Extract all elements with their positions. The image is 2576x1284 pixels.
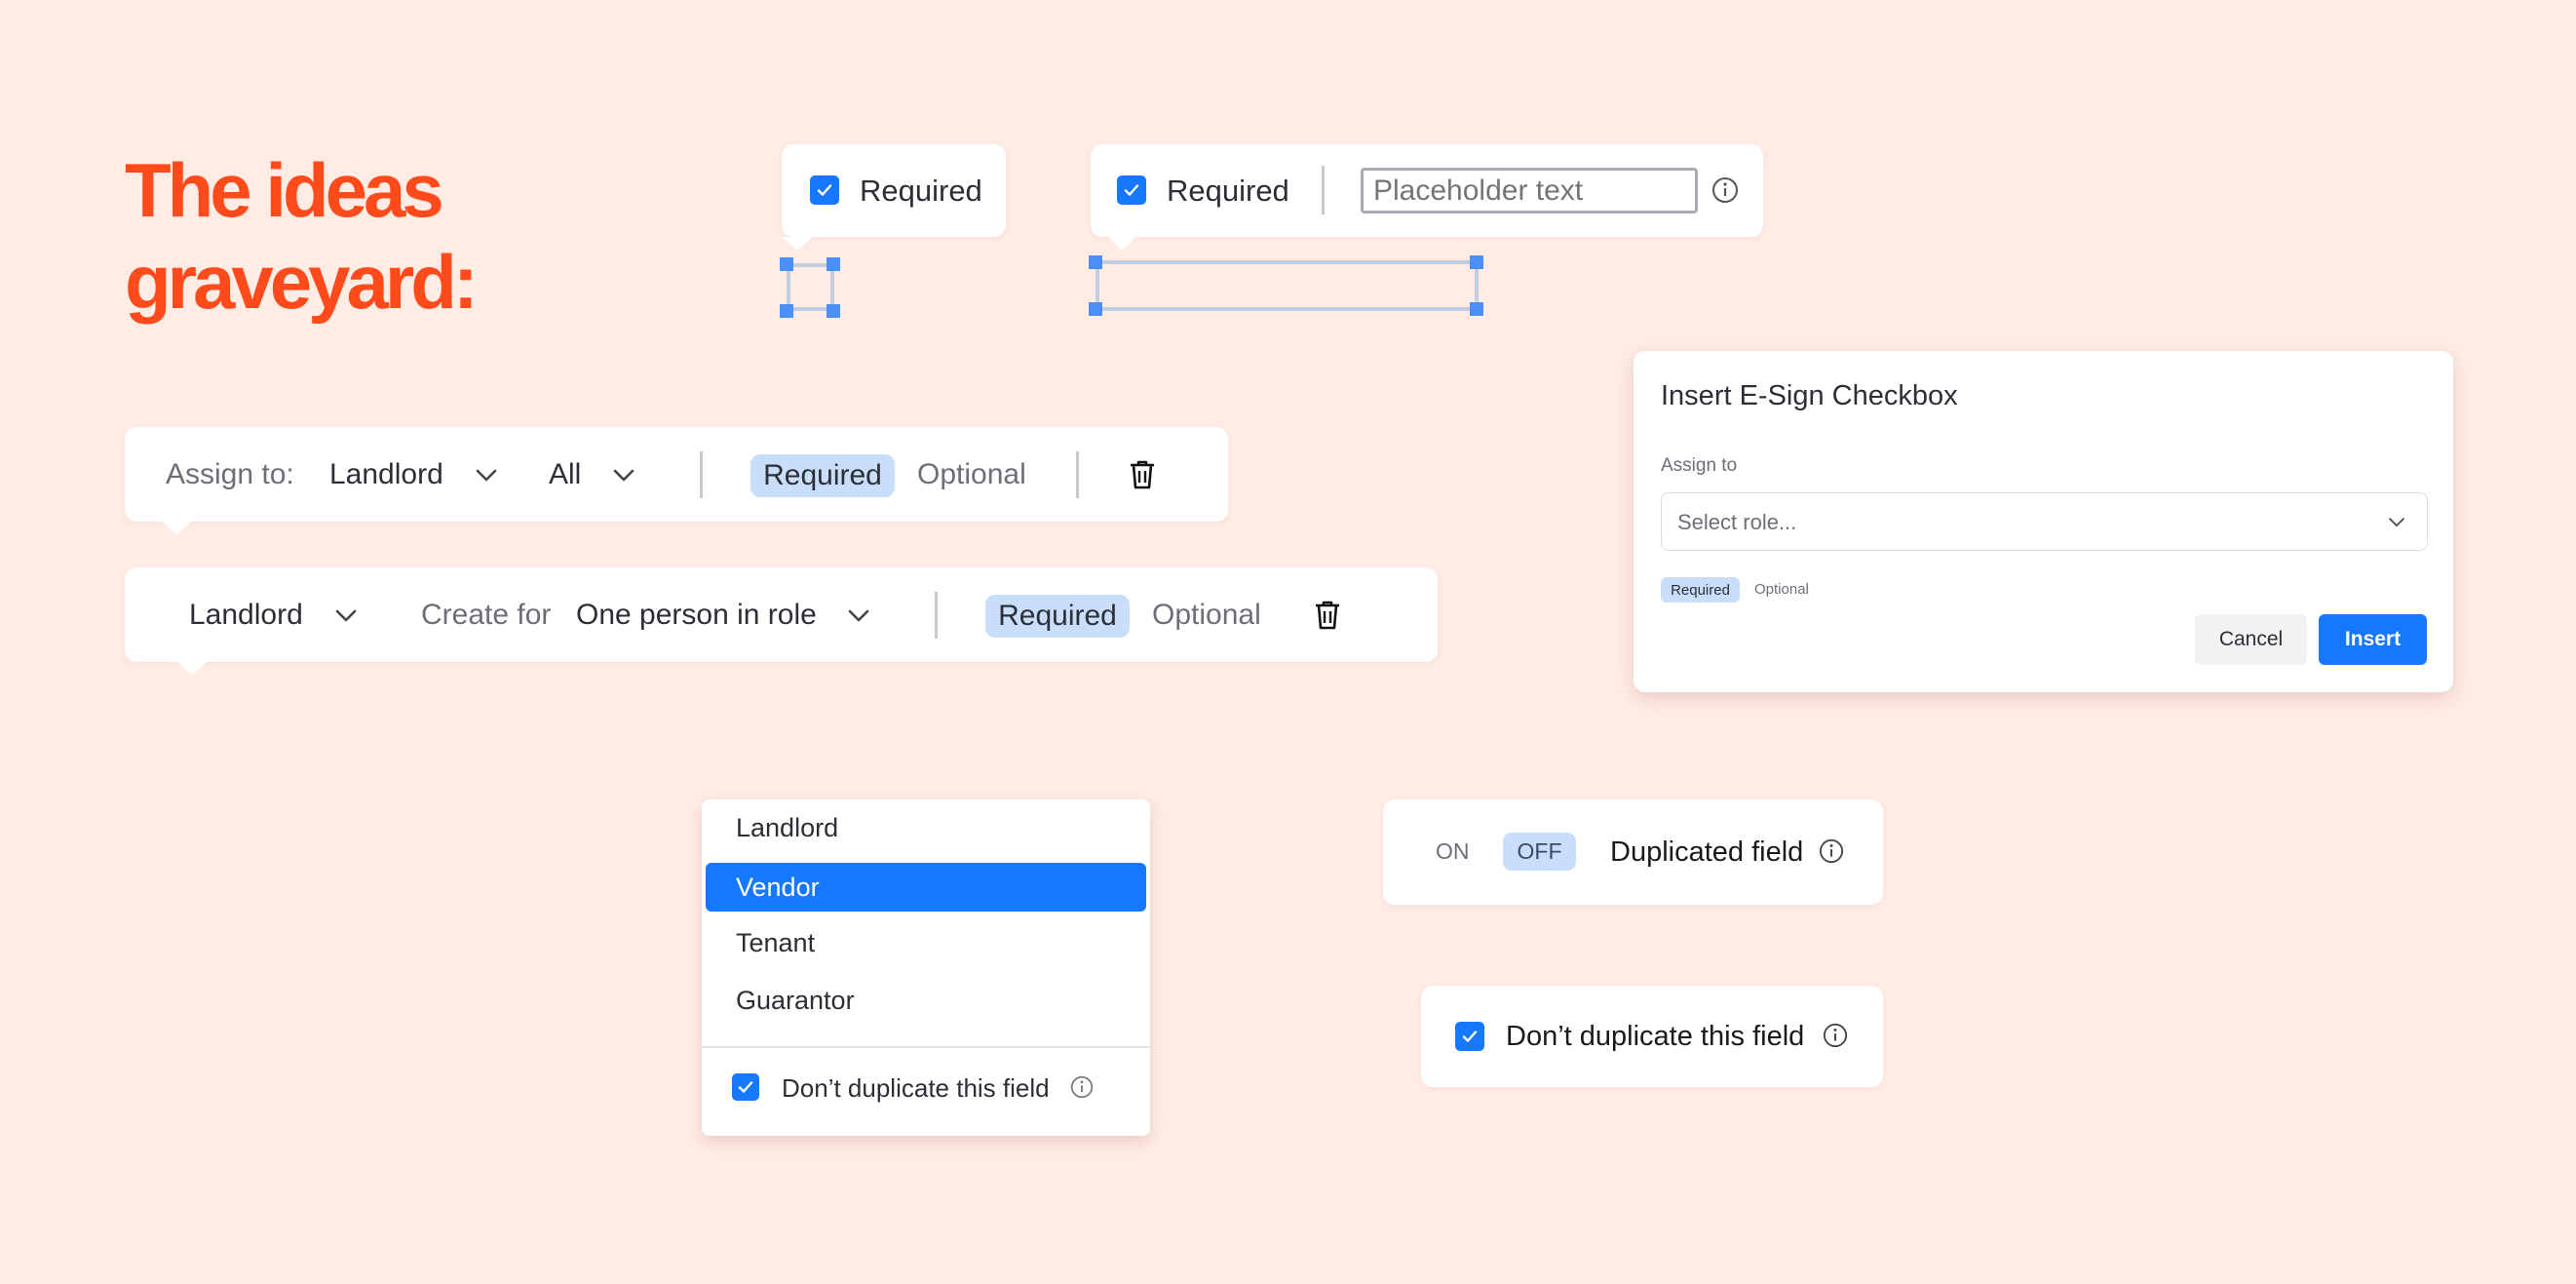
required-option[interactable]: Required — [1661, 577, 1740, 603]
page-title: The ideas graveyard: — [125, 144, 479, 328]
menu-item-landlord[interactable]: Landlord — [706, 803, 1146, 852]
required-label: Required — [860, 174, 982, 208]
divider — [700, 451, 703, 498]
duplicated-field-card: ON OFF Duplicated field — [1383, 799, 1883, 905]
chevron-down-icon — [611, 468, 636, 484]
trash-icon[interactable] — [1313, 599, 1342, 632]
menu-item-vendor[interactable]: Vendor — [706, 863, 1146, 912]
dialog-title: Insert E-Sign Checkbox — [1661, 380, 1958, 411]
required-option[interactable]: Required — [985, 595, 1130, 638]
resize-handle-bl[interactable] — [780, 304, 793, 318]
assign-to-label: Assign to — [1661, 455, 1738, 476]
create-toolbar: Landlord Create for One person in role R… — [125, 567, 1438, 676]
resize-handle-br[interactable] — [1470, 302, 1483, 316]
role-select[interactable]: Select role... — [1661, 492, 2428, 551]
dont-duplicate-checkbox[interactable] — [732, 1073, 759, 1101]
duplicated-field-label: Duplicated field — [1610, 837, 1804, 868]
optional-option[interactable]: Optional — [1754, 581, 1809, 598]
required-label: Required — [1167, 174, 1289, 208]
page-title-line-1: The ideas — [125, 147, 444, 233]
required-text-popover: Required — [1091, 144, 1763, 251]
role-dropdown-value: Landlord — [189, 599, 303, 631]
info-icon[interactable] — [1711, 176, 1739, 204]
resize-handle-tl[interactable] — [1089, 255, 1102, 269]
resize-handle-tr[interactable] — [1470, 255, 1483, 269]
dont-duplicate-label: Don’t duplicate this field — [1506, 1021, 1805, 1052]
divider — [935, 592, 938, 639]
chevron-down-icon — [846, 608, 871, 624]
resize-handle-tl[interactable] — [780, 257, 793, 271]
create-for-label: Create for — [421, 599, 552, 631]
toggle-off-option[interactable]: OFF — [1503, 833, 1576, 871]
optional-option[interactable]: Optional — [1152, 599, 1261, 632]
chevron-down-icon — [333, 608, 359, 624]
chevron-down-icon — [474, 468, 499, 484]
role-dropdown-menu: Landlord Vendor Tenant Guarantor Don’t d… — [702, 799, 1150, 1136]
info-icon[interactable] — [1070, 1075, 1094, 1099]
resize-handle-br[interactable] — [827, 304, 840, 318]
check-icon — [1462, 1031, 1478, 1042]
check-icon — [817, 184, 832, 196]
resize-handle-bl[interactable] — [1089, 302, 1102, 316]
check-icon — [738, 1081, 753, 1093]
text-field-selection-box[interactable] — [1096, 260, 1479, 311]
create-for-dropdown[interactable]: One person in role — [576, 587, 888, 643]
dont-duplicate-label: Don’t duplicate this field — [782, 1073, 1050, 1103]
optional-option[interactable]: Optional — [917, 458, 1026, 491]
insert-button[interactable]: Insert — [2319, 614, 2427, 665]
insert-esign-checkbox-dialog: Insert E-Sign Checkbox Assign to Select … — [1634, 351, 2453, 692]
dont-duplicate-checkbox[interactable] — [1455, 1022, 1484, 1051]
placeholder-text-input[interactable] — [1361, 168, 1698, 214]
required-option[interactable]: Required — [750, 454, 895, 497]
role-dropdown-value: Landlord — [329, 458, 443, 490]
role-select-placeholder: Select role... — [1677, 510, 1797, 534]
required-checkbox[interactable] — [810, 175, 839, 205]
menu-divider — [702, 1046, 1150, 1048]
page-title-line-2: graveyard: — [125, 239, 479, 325]
required-checkbox-popover: .p1tail::after{} Required — [782, 144, 1006, 251]
info-icon[interactable] — [1819, 838, 1844, 864]
scope-dropdown[interactable]: All — [549, 447, 656, 503]
role-dropdown[interactable]: Landlord — [189, 587, 365, 643]
required-checkbox[interactable] — [1117, 175, 1146, 205]
resize-handle-tr[interactable] — [827, 257, 840, 271]
assign-to-label: Assign to: — [166, 458, 294, 490]
menu-item-guarantor[interactable]: Guarantor — [706, 976, 1146, 1025]
trash-icon[interactable] — [1128, 458, 1157, 491]
scope-dropdown-value: All — [549, 458, 582, 490]
menu-item-tenant[interactable]: Tenant — [706, 918, 1146, 967]
toggle-on-option[interactable]: ON — [1436, 838, 1470, 865]
cancel-button[interactable]: Cancel — [2195, 614, 2307, 665]
role-dropdown[interactable]: Landlord — [329, 447, 505, 503]
create-for-dropdown-value: One person in role — [576, 599, 817, 631]
divider — [1322, 166, 1325, 214]
dont-duplicate-card: Don’t duplicate this field — [1421, 986, 1883, 1087]
check-icon — [1124, 184, 1139, 196]
assign-toolbar: Assign to: Landlord All Required Optiona… — [125, 427, 1228, 535]
divider — [1076, 451, 1079, 498]
info-icon[interactable] — [1823, 1023, 1848, 1048]
chevron-down-icon — [2387, 516, 2406, 529]
